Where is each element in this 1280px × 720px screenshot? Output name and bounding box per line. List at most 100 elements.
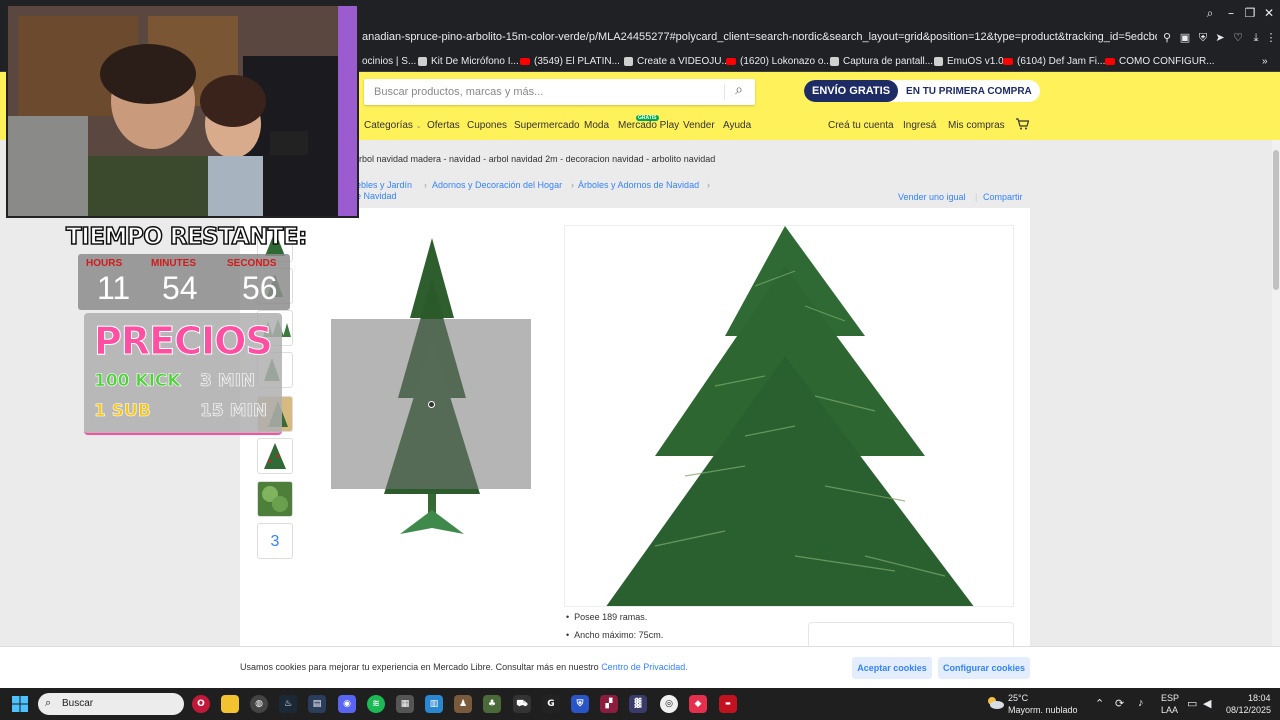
mouse-cursor [428,401,435,408]
taskbar-search[interactable]: ⌕ Buscar [38,693,184,715]
breadcrumb-item[interactable]: ebles y Jardín [356,180,412,190]
nav-supermarket[interactable]: Supermercado [514,120,580,131]
language-bottom[interactable]: LAA [1161,705,1178,715]
app-icon[interactable]: ▞ [600,695,618,713]
close-icon[interactable]: ✕ [1260,4,1278,22]
search-icon: ⌕ [45,696,52,709]
my-purchases-link[interactable]: Mis compras [948,120,1005,131]
prices-panel: PRECIOS 100 KICK 3 MIN 1 SUB 15 MIN [84,313,282,435]
windows-start-icon[interactable] [12,696,28,712]
product-thumbnail[interactable] [257,481,293,517]
breadcrumb-item[interactable]: Árboles y Adornos de Navidad [578,180,699,190]
page-scrollbar[interactable] [1272,140,1280,646]
menu-icon[interactable]: ⋮ [1264,31,1278,45]
bookmark-5[interactable]: (1620) Lokonazo o... [726,54,832,68]
breadcrumb-item[interactable]: e Navidad [356,191,397,201]
microphone-icon[interactable]: ♪ [1138,697,1144,709]
bookmark-7[interactable]: EmuOS v1.0 [934,54,1004,68]
cart-icon[interactable] [1015,118,1030,130]
app-icon[interactable]: ▤ [308,695,326,713]
accept-cookies-button[interactable]: Aceptar cookies [852,657,932,679]
search-box[interactable]: Buscar productos, marcas y más... ⌕ [364,79,755,105]
more-bookmarks-icon[interactable]: » [1262,54,1268,68]
obs-icon[interactable]: ◎ [660,695,678,713]
configure-cookies-button[interactable]: Configurar cookies [938,657,1030,679]
weather-temp[interactable]: 25°C [1008,693,1028,703]
nav-coupons[interactable]: Cupones [467,120,507,131]
weather-icon [986,696,1004,710]
nav-offers[interactable]: Ofertas [427,120,460,131]
webcam-overlay [6,4,359,218]
spotify-icon[interactable]: ≋ [367,695,385,713]
restore-icon[interactable]: ❐ [1241,4,1259,22]
nav-fashion[interactable]: Moda [584,120,609,131]
search-input[interactable]: Buscar productos, marcas y más... [374,86,543,98]
weather-desc[interactable]: Mayorm. nublado [1008,705,1078,715]
bookmark-1[interactable]: ocinios | S... [362,54,416,68]
chevron-up-icon[interactable]: ⌃ [1095,697,1104,710]
bookmark-3[interactable]: (3549) El PLATIN... [520,54,620,68]
windows-taskbar: ⌕ Buscar O ◍ ♨ ▤ ◉ ≋ ▦ ▥ ♟ ♣ ⛟ G ⛨ ▞ ▓ ◎… [0,688,1280,720]
nav-sell[interactable]: Vender [683,120,715,131]
nav-categories[interactable]: Categorías ⌄ [364,120,422,131]
download-icon[interactable]: ⤓ [1249,31,1263,45]
nav-help[interactable]: Ayuda [723,120,751,131]
shield-icon[interactable]: ⛨ [1196,31,1210,45]
car-game-icon[interactable]: ⛟ [513,695,531,713]
scrollbar-thumb[interactable] [1273,150,1279,290]
link-divider: | [975,192,978,202]
pin-icon[interactable]: ⚲ [1160,31,1174,45]
send-icon[interactable]: ➤ [1213,31,1227,45]
product-thumbnail[interactable] [257,438,293,474]
opera-gx-icon[interactable]: O [192,695,210,713]
app-icon[interactable]: ▬ [719,695,737,713]
privacy-center-link[interactable]: Centro de Privacidad. [601,662,688,672]
sync-icon[interactable]: ⟳ [1115,697,1124,710]
bookmark-9[interactable]: COMO CONFIGUR... [1105,54,1215,68]
share-link[interactable]: Compartir [983,192,1023,202]
price-kick: 100 KICK [94,371,181,392]
language-top[interactable]: ESP [1161,693,1179,703]
clock-time[interactable]: 18:04 [1248,693,1271,703]
taskbar-search-label: Buscar [62,698,94,709]
related-searches[interactable]: arbol navidad madera - navidad - arbol n… [354,154,715,164]
bookmark-label: Kit De Micrófono I... [431,55,519,67]
app-icon[interactable]: ◆ [689,695,707,713]
create-account-link[interactable]: Creá tu cuenta [828,120,894,131]
bookmark-4[interactable]: Create a VIDEOJU... [624,54,730,68]
nav-mercado-play[interactable]: Mercado Play [618,120,679,131]
search-icon[interactable]: ⌕ [1201,4,1219,22]
breadcrumb-item[interactable]: Adornos y Decoración del Hogar [432,180,562,190]
steam-icon[interactable]: ♨ [279,695,297,713]
login-link[interactable]: Ingresá [903,120,936,131]
network-icon[interactable]: ▭ [1187,697,1197,710]
minutes-value: 54 [162,270,198,306]
bookmark-6[interactable]: Captura de pantall... [830,54,933,68]
clock-date[interactable]: 08/12/2025 [1226,705,1271,715]
game-icon[interactable]: ♣ [483,695,501,713]
minimize-icon[interactable]: – [1222,4,1240,22]
heart-icon[interactable]: ♡ [1231,31,1245,45]
discord-icon[interactable]: ◉ [338,695,356,713]
chevron-right-icon: › [424,180,427,190]
free-shipping-promo[interactable]: ENVÍO GRATIS EN TU PRIMERA COMPRA [804,80,1040,102]
bookmark-label: (6104) Def Jam Fi... [1017,55,1106,67]
hours-label: HOURS [86,258,123,269]
youtube-icon [1003,57,1013,65]
volume-icon[interactable]: ◀ [1203,697,1211,710]
chrome-icon[interactable]: ◍ [250,695,268,713]
extensions-icon[interactable]: ▣ [1178,31,1192,45]
url-text[interactable]: anadian-spruce-pino-arbolito-15m-color-v… [362,31,1157,43]
sell-similar-link[interactable]: Vender uno igual [898,192,966,202]
more-photos-button[interactable]: 3 [257,523,293,559]
app-icon[interactable]: G [542,695,560,713]
search-icon[interactable]: ⌕ [729,82,749,102]
file-explorer-icon[interactable] [221,695,239,713]
game-icon[interactable]: ♟ [454,695,472,713]
app-icon[interactable]: ▦ [396,695,414,713]
app-icon[interactable]: ▓ [629,695,647,713]
bookmark-2[interactable]: Kit De Micrófono I... [418,54,519,68]
bitwarden-icon[interactable]: ⛨ [571,695,589,713]
notepad-icon[interactable]: ▥ [425,695,443,713]
bookmark-8[interactable]: (6104) Def Jam Fi... [1003,54,1105,68]
